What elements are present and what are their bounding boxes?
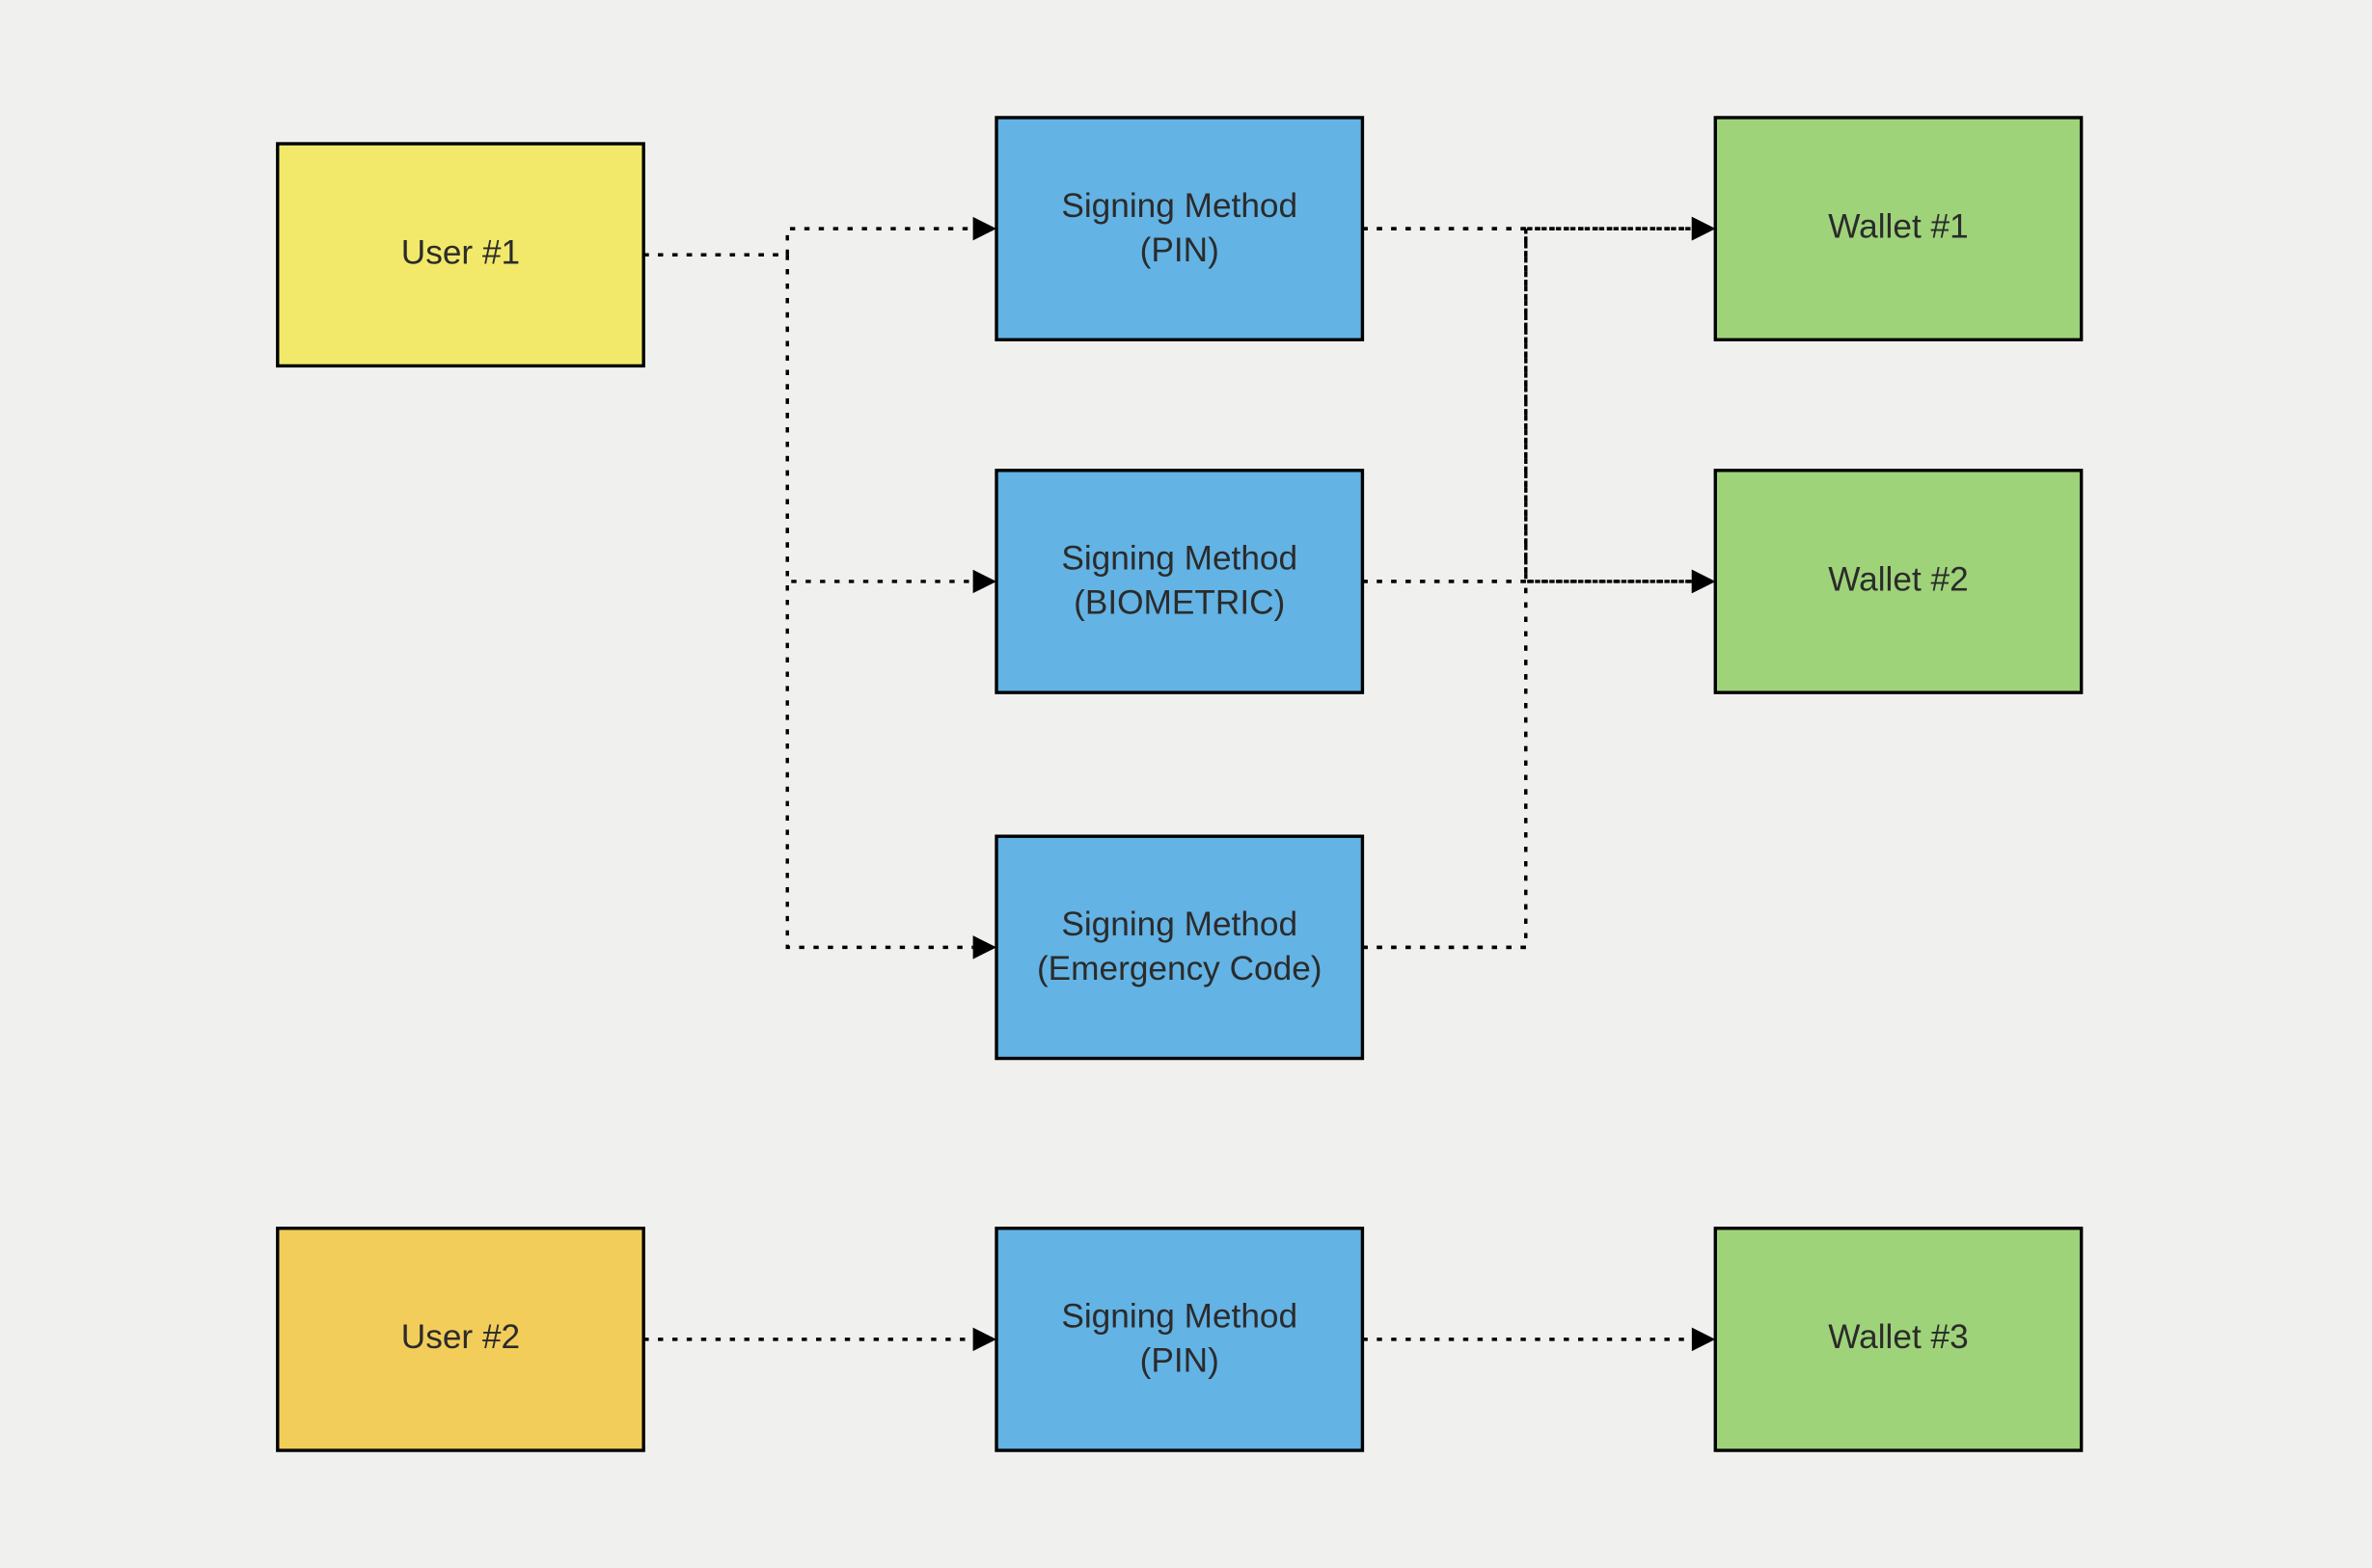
node-rect-sm_emg bbox=[996, 836, 1362, 1058]
node-label-user1: User #1 bbox=[401, 234, 520, 272]
node-label-wallet3: Wallet #3 bbox=[1828, 1318, 1969, 1356]
node-rect-sm_pin2 bbox=[996, 1229, 1362, 1450]
node-label-sm_bio-line1: Signing Method bbox=[1061, 540, 1297, 578]
node-label-sm_emg-line2: (Emergency Code) bbox=[1037, 950, 1322, 987]
node-sm_bio: Signing Method (BIOMETRIC) bbox=[996, 471, 1362, 692]
node-sm_emg: Signing Method (Emergency Code) bbox=[996, 836, 1362, 1058]
node-label-wallet2: Wallet #2 bbox=[1828, 560, 1969, 598]
node-label-sm_pin1-line2: (PIN) bbox=[1140, 231, 1219, 269]
node-user1: User #1 bbox=[278, 144, 643, 365]
node-label-wallet1: Wallet #1 bbox=[1828, 207, 1969, 245]
diagram-canvas: User #1Signing Method(PIN)Signing Method… bbox=[0, 0, 2372, 1568]
node-label-sm_emg-line1: Signing Method bbox=[1061, 906, 1297, 943]
node-wallet3: Wallet #3 bbox=[1715, 1229, 2081, 1450]
node-wallet1: Wallet #1 bbox=[1715, 118, 2081, 339]
node-rect-sm_pin1 bbox=[996, 118, 1362, 339]
node-wallet2: Wallet #2 bbox=[1715, 471, 2081, 692]
node-rect-sm_bio bbox=[996, 471, 1362, 692]
node-label-sm_pin2-line1: Signing Method bbox=[1061, 1298, 1297, 1336]
node-user2: User #2 bbox=[278, 1229, 643, 1450]
node-label-sm_pin1-line1: Signing Method bbox=[1061, 187, 1297, 225]
node-sm_pin2: Signing Method (PIN) bbox=[996, 1229, 1362, 1450]
node-label-sm_pin2-line2: (PIN) bbox=[1140, 1342, 1219, 1380]
node-label-sm_bio-line2: (BIOMETRIC) bbox=[1074, 584, 1285, 622]
node-label-user2: User #2 bbox=[401, 1318, 520, 1356]
node-sm_pin1: Signing Method (PIN) bbox=[996, 118, 1362, 339]
